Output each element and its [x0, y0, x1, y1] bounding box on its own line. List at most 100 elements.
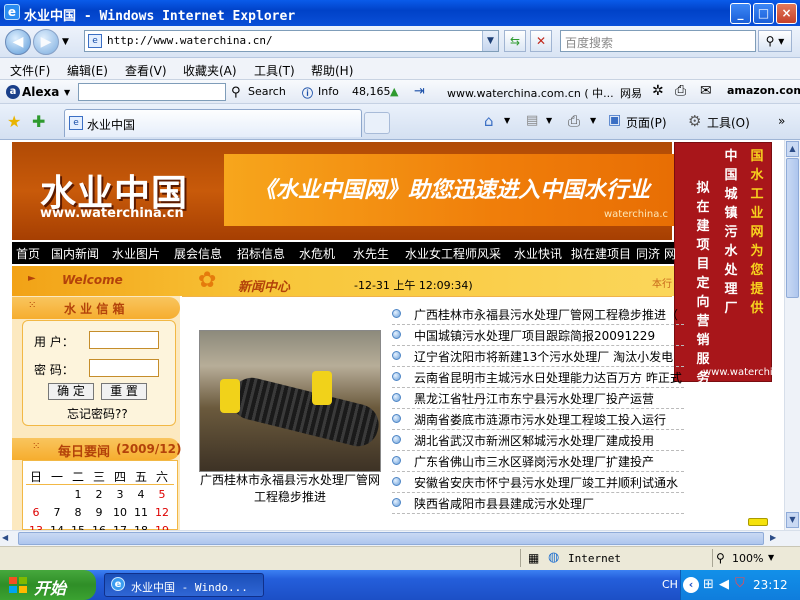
vertical-ad[interactable]: 国水工业网为您提供 中国城镇污水处理厂 拟在建项目定向营销服务 www.wate…: [674, 142, 800, 386]
vertical-scrollbar[interactable]: ▲ ▼: [784, 140, 800, 530]
scroll-down-icon[interactable]: ▼: [786, 512, 799, 528]
news-item[interactable]: 辽宁省沈阳市将新建13个污水处理厂 淘汰小发电: [392, 346, 684, 367]
username-field[interactable]: [89, 331, 159, 349]
taskbar-item-ie[interactable]: e 水业中国 - Windo...: [104, 573, 264, 597]
calendar-day[interactable]: 2: [89, 488, 109, 501]
calendar-day[interactable]: 8: [68, 506, 88, 519]
nav-home[interactable]: 首页: [16, 245, 40, 262]
tray-collapse-icon[interactable]: ‹: [683, 577, 699, 593]
add-favorites-icon[interactable]: ✚: [32, 112, 45, 131]
news-item[interactable]: 云南省昆明市主城污水日处理能力达百万方 昨正式: [392, 367, 684, 388]
calendar-day[interactable]: 7: [47, 506, 67, 519]
nav-water-crisis[interactable]: 水危机: [299, 245, 335, 262]
favorites-star-icon[interactable]: ★: [7, 112, 21, 131]
nav-mr-water[interactable]: 水先生: [353, 245, 389, 262]
news-title[interactable]: 云南省昆明市主城污水日处理能力达百万方 昨正式: [414, 369, 682, 386]
tray-clock[interactable]: 23:12: [753, 578, 788, 592]
news-item[interactable]: 安徽省安庆市怀宁县污水处理厂竣工并顺利试通水（图）: [392, 472, 684, 493]
zoom-level[interactable]: 100%: [732, 552, 763, 565]
menu-view[interactable]: 查看(V): [125, 62, 167, 79]
alexa-search-input[interactable]: [78, 83, 226, 101]
new-tab-button[interactable]: [364, 112, 390, 134]
print-dropdown-icon[interactable]: ▼: [590, 116, 596, 125]
news-title[interactable]: 黑龙江省牡丹江市东宁县污水处理厂投产运营: [414, 390, 654, 407]
home-dropdown-icon[interactable]: ▼: [504, 116, 510, 125]
news-title[interactable]: 湖南省娄底市涟源市污水处理工程竣工投入运行: [414, 411, 666, 428]
alexa-dropdown-icon[interactable]: ▼: [64, 88, 70, 97]
calendar-day[interactable]: 11: [131, 506, 151, 519]
horizontal-scrollbar[interactable]: ◀ ▶: [0, 530, 800, 546]
news-item[interactable]: 湖北省武汉市新洲区邾城污水处理厂建成投用: [392, 430, 684, 451]
nav-tender[interactable]: 招标信息: [237, 245, 285, 262]
calendar-day[interactable]: 10: [110, 506, 130, 519]
calendar-day[interactable]: 4: [131, 488, 151, 501]
security-shield-icon[interactable]: ⛉: [735, 576, 745, 591]
nav-domestic-news[interactable]: 国内新闻: [51, 245, 99, 262]
tab-waterchina[interactable]: e 水业中国: [64, 109, 362, 137]
calendar-day[interactable]: 1: [68, 488, 88, 501]
alexa-site[interactable]: www.waterchina.com.cn ( 中...: [447, 85, 614, 101]
menu-file[interactable]: 文件(F): [10, 62, 50, 79]
menu-favorites[interactable]: 收藏夹(A): [183, 62, 237, 79]
feeds-dropdown-icon[interactable]: ▼: [546, 116, 552, 125]
input-language[interactable]: CH: [662, 578, 678, 591]
refresh-button[interactable]: ⇆: [504, 30, 526, 52]
news-title[interactable]: 辽宁省沈阳市将新建13个污水处理厂 淘汰小发电: [414, 348, 673, 365]
news-title[interactable]: 安徽省安庆市怀宁县污水处理厂竣工并顺利试通水（图）: [414, 474, 684, 491]
tools-menu[interactable]: 工具(O): [707, 114, 750, 131]
zoom-icon[interactable]: ⚲: [716, 551, 725, 565]
print-icon[interactable]: ⎙: [568, 112, 580, 130]
reset-button[interactable]: 重 置: [101, 383, 147, 400]
news-photo[interactable]: [199, 330, 381, 472]
nav-flash-news[interactable]: 水业快讯: [514, 245, 562, 262]
scroll-right-icon[interactable]: ▶: [770, 533, 776, 542]
news-title[interactable]: 陕西省咸阳市县县建成污水处理厂: [414, 495, 594, 512]
home-icon[interactable]: ⌂: [484, 112, 494, 130]
calendar-day[interactable]: 5: [152, 488, 172, 501]
back-button[interactable]: ◀: [5, 29, 31, 55]
news-item[interactable]: 陕西省咸阳市县县建成污水处理厂: [392, 493, 684, 514]
news-item[interactable]: 中国城镇污水处理厂项目跟踪简报20091229: [392, 325, 684, 346]
stop-button[interactable]: ✕: [530, 30, 552, 52]
forward-button[interactable]: ▶: [33, 29, 59, 55]
calendar-day[interactable]: 12: [152, 506, 172, 519]
alexa-brand[interactable]: Alexa: [22, 85, 59, 99]
zoom-dropdown-icon[interactable]: ▼: [768, 553, 774, 562]
news-title[interactable]: 湖北省武汉市新洲区邾城污水处理厂建成投用: [414, 432, 654, 449]
news-title[interactable]: 广西桂林市永福县污水处理厂管网工程稳步推进（: [414, 306, 678, 323]
news-title[interactable]: 中国城镇污水处理厂项目跟踪简报20091229: [414, 327, 655, 344]
calendar-day[interactable]: 6: [26, 506, 46, 519]
nav-projects[interactable]: 拟在建项目: [571, 245, 631, 262]
settings-icon[interactable]: ✲: [652, 83, 664, 99]
menu-edit[interactable]: 编辑(E): [67, 62, 108, 79]
alexa-info-button[interactable]: Info: [318, 85, 339, 98]
start-button[interactable]: 开始: [0, 570, 96, 600]
calendar-day[interactable]: 3: [110, 488, 130, 501]
nav-female-engineers[interactable]: 水业女工程师风采: [405, 245, 501, 262]
floating-marker[interactable]: [748, 518, 768, 526]
nav-tongji[interactable]: 同济: [636, 245, 660, 262]
recent-pages-dropdown-icon[interactable]: ▼: [62, 37, 69, 47]
page-menu[interactable]: 页面(P): [626, 114, 667, 131]
scroll-thumb[interactable]: [786, 158, 799, 298]
scroll-left-icon[interactable]: ◀: [2, 533, 8, 542]
volume-icon[interactable]: ◀: [719, 577, 729, 592]
news-item[interactable]: 黑龙江省牡丹江市东宁县污水处理厂投产运营: [392, 388, 684, 409]
address-dropdown-icon[interactable]: ▼: [482, 31, 498, 51]
search-button[interactable]: ⚲ ▾: [758, 30, 792, 52]
related-icon[interactable]: ⇥: [414, 84, 425, 99]
alexa-netease[interactable]: 网易: [620, 85, 642, 101]
network-icon[interactable]: ⊞: [703, 577, 714, 592]
news-item[interactable]: 广东省佛山市三水区驿岗污水处理厂扩建投产: [392, 451, 684, 472]
banner-ad[interactable]: 《水业中国网》助您迅速进入中国水行业 waterchina.c: [224, 154, 674, 226]
photo-caption[interactable]: 广西桂林市永福县污水处理厂管网工程稳步推进: [196, 472, 384, 506]
links-icon[interactable]: ✉: [700, 83, 712, 99]
news-item[interactable]: 广西桂林市永福县污水处理厂管网工程稳步推进（: [392, 304, 684, 325]
calendar-day[interactable]: 9: [89, 506, 109, 519]
address-field[interactable]: e http://www.waterchina.cn/ ▼: [84, 30, 499, 52]
chevron-more-icon[interactable]: »: [778, 114, 785, 128]
alexa-search-button[interactable]: Search: [248, 85, 286, 98]
menu-help[interactable]: 帮助(H): [311, 62, 353, 79]
maximize-button[interactable]: □: [753, 3, 774, 24]
printer-icon[interactable]: ⎙: [675, 83, 686, 99]
